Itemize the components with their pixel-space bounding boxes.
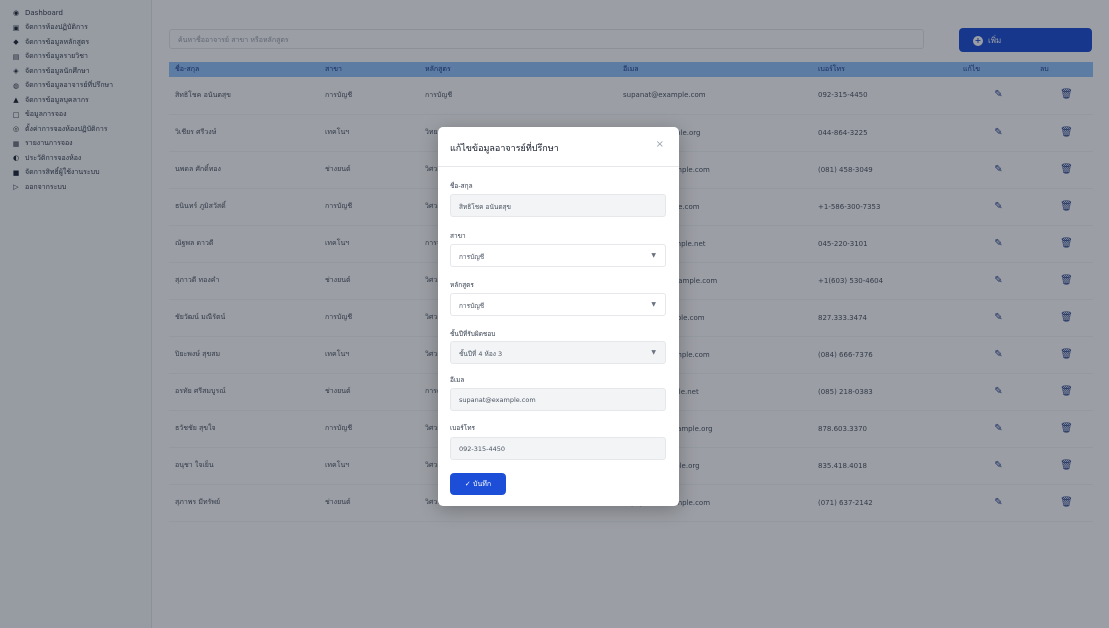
chevron-down-icon: ▼ — [651, 301, 656, 308]
branch-select-value: การบัญชี — [459, 253, 485, 261]
name-label: ชื่อ-สกุล — [450, 182, 473, 190]
class-label: ชั้นปีที่รับผิดชอบ — [450, 330, 496, 338]
name-field[interactable]: สิทธิโชค อนันตสุข — [450, 194, 666, 217]
modal-title: แก้ไขข้อมูลอาจารย์ที่ปรึกษา — [450, 144, 559, 154]
program-label: หลักสูตร — [450, 281, 474, 289]
class-select-value: ชั้นปีที่ 4 ห้อง 3 — [459, 350, 503, 358]
class-select[interactable]: ชั้นปีที่ 4 ห้อง 3 ▼ — [450, 341, 666, 364]
branch-select[interactable]: การบัญชี ▼ — [450, 244, 666, 267]
phone-field[interactable]: 092-315-4450 — [450, 437, 666, 460]
close-icon[interactable]: × — [656, 139, 664, 150]
chevron-down-icon: ▼ — [651, 349, 656, 356]
phone-label: เบอร์โทร — [450, 424, 476, 432]
modal-header: แก้ไขข้อมูลอาจารย์ที่ปรึกษา × — [438, 127, 679, 167]
program-select[interactable]: การบัญชี ▼ — [450, 293, 666, 316]
branch-label: สาขา — [450, 232, 466, 240]
chevron-down-icon: ▼ — [651, 252, 656, 259]
save-button[interactable]: ✓ บันทึก — [450, 473, 506, 495]
program-select-value: การบัญชี — [459, 302, 485, 310]
email-field[interactable]: supanat@example.com — [450, 388, 666, 411]
email-label: อีเมล — [450, 376, 465, 384]
edit-teacher-modal: แก้ไขข้อมูลอาจารย์ที่ปรึกษา × ชื่อ-สกุล … — [438, 127, 679, 506]
